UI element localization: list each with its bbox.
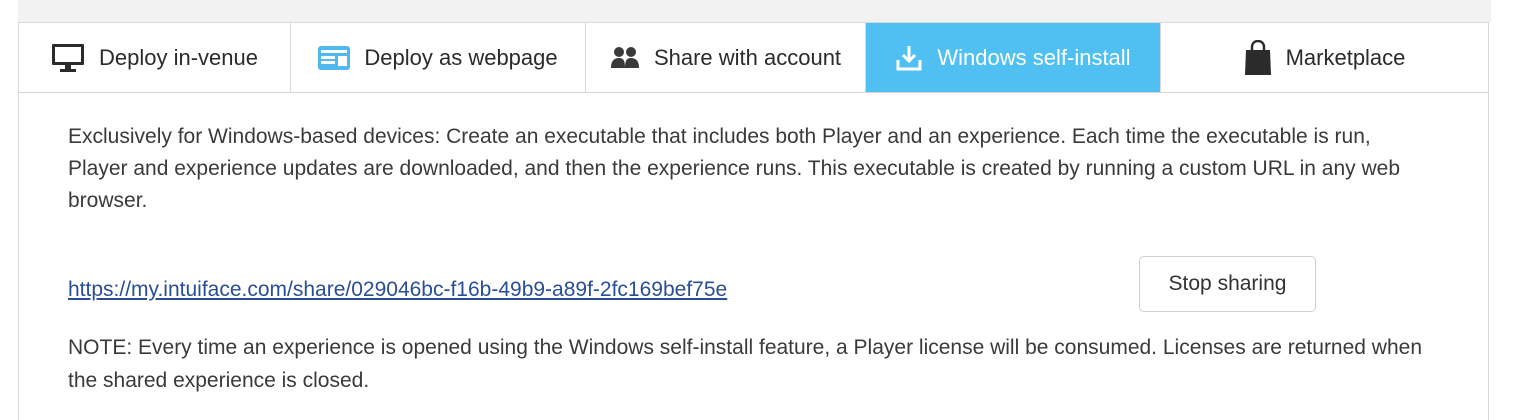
shopping-bag-icon (1244, 39, 1272, 76)
tab-deploy-in-venue[interactable]: Deploy in-venue (19, 23, 291, 92)
license-note: NOTE: Every time an experience is opened… (68, 336, 1423, 392)
tab-marketplace[interactable]: Marketplace (1161, 23, 1488, 92)
tab-windows-self-install[interactable]: Windows self-install (866, 23, 1161, 92)
monitor-icon (51, 43, 85, 73)
tab-label: Share with account (653, 44, 842, 70)
tab-label: Marketplace (1285, 44, 1406, 70)
users-icon (610, 46, 640, 70)
deploy-tabs: Deploy in-venue Deploy as webpage Share … (19, 23, 1488, 93)
description-text: Exclusively for Windows-based devices: C… (68, 125, 1400, 212)
download-icon (895, 44, 923, 72)
top-strip (18, 0, 1491, 23)
tab-label: Windows self-install (937, 44, 1131, 70)
tab-label: Deploy in-venue (99, 44, 258, 70)
webpage-icon (318, 45, 351, 70)
tab-label: Deploy as webpage (364, 44, 558, 70)
description-area: Exclusively for Windows-based devices: C… (68, 121, 1428, 217)
tab-deploy-as-webpage[interactable]: Deploy as webpage (291, 23, 586, 92)
share-panel: Deploy in-venue Deploy as webpage Share … (18, 22, 1489, 420)
tab-share-with-account[interactable]: Share with account (586, 23, 866, 92)
share-url-link[interactable]: https://my.intuiface.com/share/029046bc-… (68, 278, 727, 302)
stop-sharing-button[interactable]: Stop sharing (1139, 256, 1316, 312)
